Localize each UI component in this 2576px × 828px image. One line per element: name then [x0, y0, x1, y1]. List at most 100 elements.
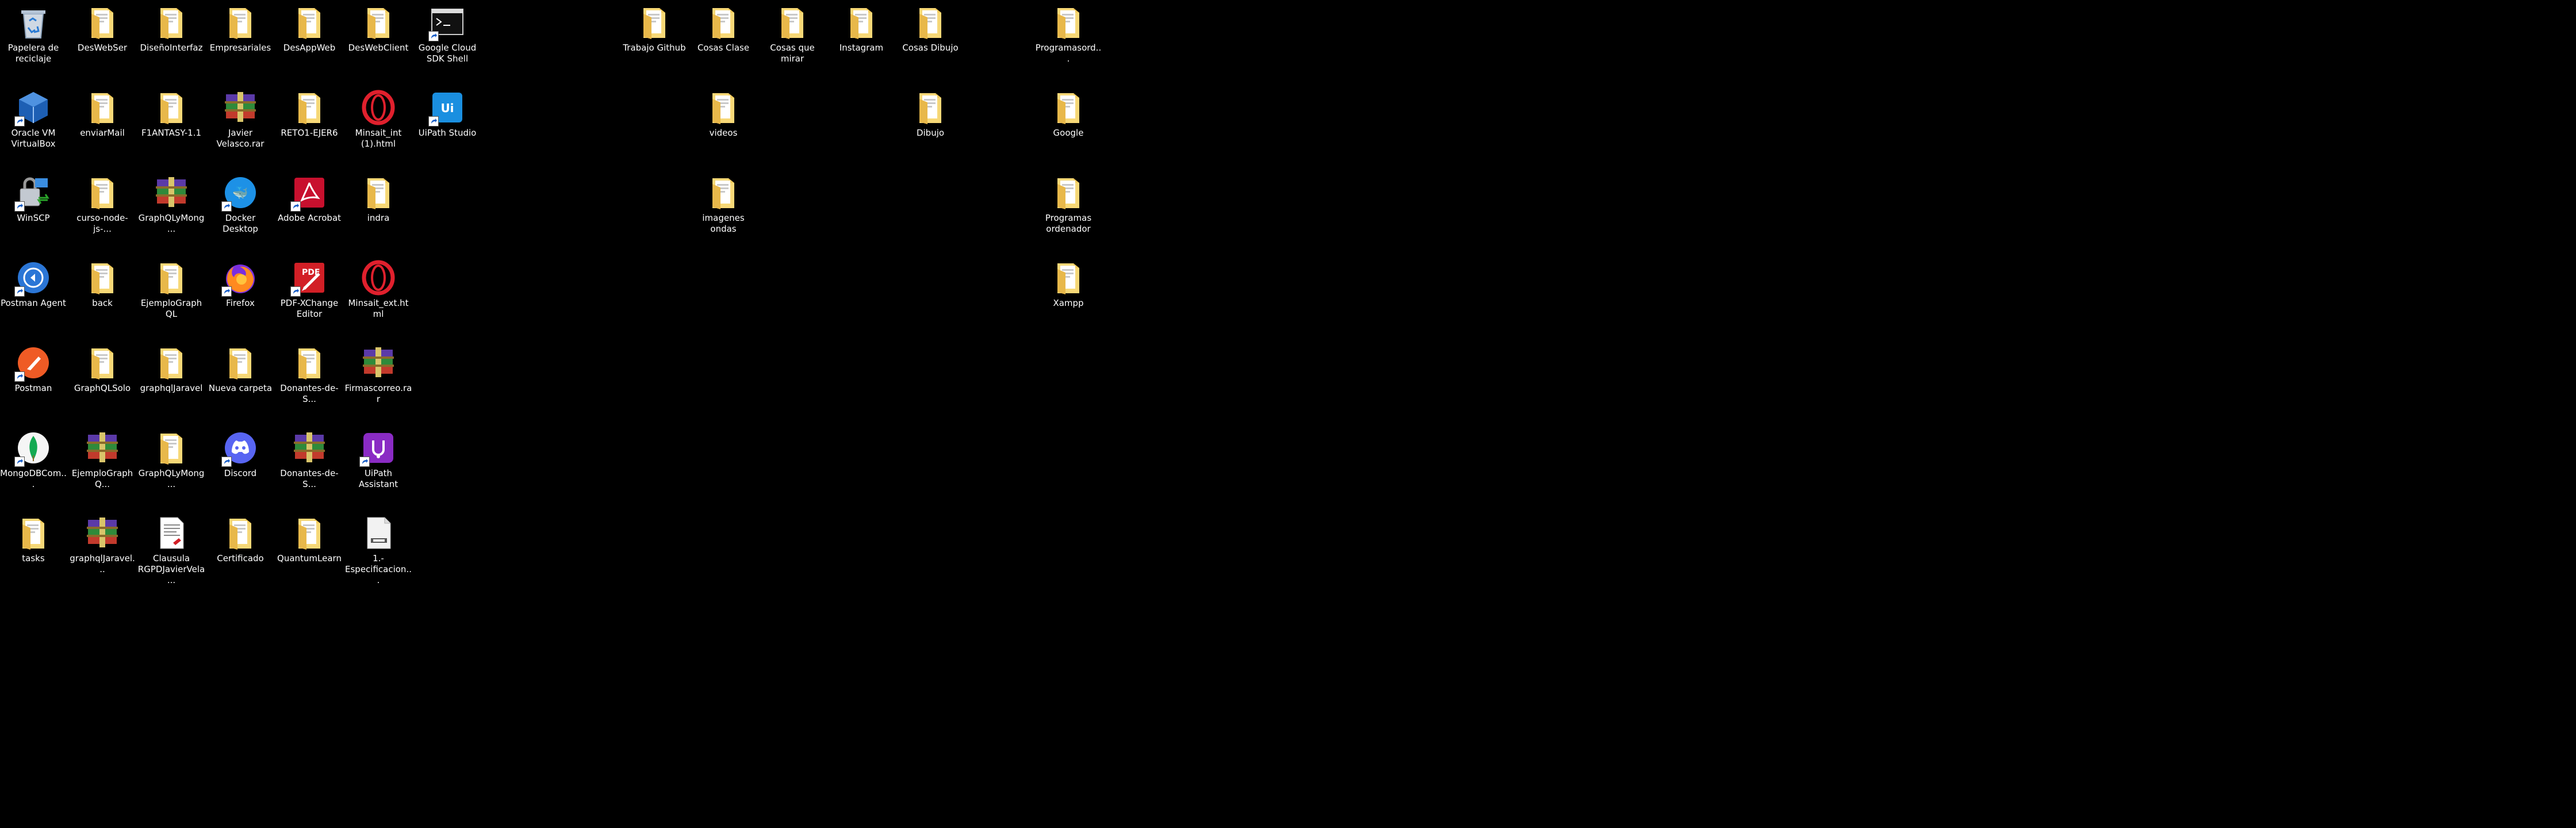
desktop-icon-label: GraphQLSolo — [74, 383, 131, 393]
desktop-icon[interactable]: Discord — [206, 425, 275, 509]
desktop-icon[interactable]: Empresariales — [206, 0, 275, 84]
desktop-icon[interactable]: Dibujo — [896, 85, 965, 169]
desktop-icon-label: Google — [1053, 128, 1084, 138]
desktop-icon-label: Firefox — [226, 298, 255, 308]
desktop-icon[interactable]: Donantes-de-S... — [275, 340, 344, 424]
desktop-icon[interactable]: Papelera de reciclaje — [0, 0, 68, 84]
desktop-icon[interactable]: F1ANTASY-1.1 — [137, 85, 206, 169]
desktop-icon[interactable]: 🐳 Docker Desktop — [206, 170, 275, 254]
desktop-icon[interactable]: QuantumLearn — [275, 511, 344, 595]
desktop-icon-label: Trabajo Github — [623, 43, 686, 53]
desktop-icon[interactable]: videos — [689, 85, 758, 169]
desktop-icon-label: Xampp — [1053, 298, 1084, 308]
desktop-icon[interactable]: enviarMail — [68, 85, 137, 169]
desktop-icon[interactable]: GraphQLSolo — [68, 340, 137, 424]
desktop-icon[interactable]: WinSCP — [0, 170, 68, 254]
desktop-icon[interactable]: Instagram — [827, 0, 896, 84]
desktop-icon[interactable]: Cosas Clase — [689, 0, 758, 84]
desktop-icon-label: WinSCP — [17, 213, 50, 223]
desktop-icon[interactable]: GraphQLyMong... — [137, 425, 206, 509]
desktop-icon[interactable]: DesWebSer — [68, 0, 137, 84]
desktop-icon[interactable]: Xampp — [1034, 255, 1103, 339]
desktop-icon[interactable]: Cosas que mirar — [758, 0, 827, 84]
desktop-icon[interactable]: UiPath Assistant — [344, 425, 413, 509]
desktop-icon[interactable]: Clausula RGPDJavierVela... — [137, 511, 206, 595]
desktop-icon[interactable]: Trabajo Github — [620, 0, 689, 84]
desktop-icon[interactable]: 1.- Especificacion... — [344, 511, 413, 595]
desktop-icon-label: GraphQLyMong... — [138, 213, 205, 234]
desktop-icon-label: UiPath Studio — [418, 128, 477, 138]
desktop-icon[interactable]: Firmascorreo.rar — [344, 340, 413, 424]
winrar-icon — [154, 175, 189, 210]
desktop-icon[interactable]: Firefox — [206, 255, 275, 339]
desktop-icon[interactable]: Cosas Dibujo — [896, 0, 965, 84]
desktop-icon[interactable]: Javier Velasco.rar — [206, 85, 275, 169]
desktop-icon[interactable]: Nueva carpeta — [206, 340, 275, 424]
folder-icon — [292, 345, 327, 381]
desktop-icon[interactable]: imagenes ondas — [689, 170, 758, 254]
desktop-icon-label: Dibujo — [916, 128, 945, 138]
desktop-icon[interactable]: curso-node-js-... — [68, 170, 137, 254]
folder-icon — [154, 5, 189, 40]
desktop-icon[interactable]: MongoDBCom... — [0, 425, 68, 509]
desktop-icon[interactable]: RETO1-EJER6 — [275, 85, 344, 169]
desktop-icon[interactable]: Certificado — [206, 511, 275, 595]
firefox-icon — [221, 260, 258, 297]
desktop-icon[interactable]: Postman Agent — [0, 255, 68, 339]
desktop-icon-label: Minsait_int (1).html — [355, 128, 402, 149]
folder-icon — [85, 260, 120, 296]
desktop-icon[interactable]: Postman — [0, 340, 68, 424]
desktop-icon-label: Programas ordenador — [1045, 213, 1092, 234]
desktop-icon-label: DiseñoInterfaz — [140, 43, 203, 53]
desktop-icon[interactable]: tasks — [0, 511, 68, 595]
document-icon — [154, 515, 189, 551]
desktop-icon-label: Postman — [14, 383, 52, 393]
mongodb-compass-icon — [14, 430, 51, 467]
folder-icon — [292, 5, 327, 40]
winrar-icon — [292, 430, 327, 466]
folder-icon — [1051, 260, 1086, 296]
desktop-icon[interactable]: indra — [344, 170, 413, 254]
folder-icon — [85, 175, 120, 210]
desktop-icon[interactable]: Programas ordenador — [1034, 170, 1103, 254]
desktop-icon[interactable]: Minsait_int (1).html — [344, 85, 413, 169]
folder-icon — [913, 90, 948, 125]
acrobat-icon — [290, 175, 327, 212]
shortcut-arrow-icon — [428, 31, 439, 41]
desktop-icon[interactable]: Google Cloud SDK Shell — [413, 0, 482, 84]
postman-icon — [14, 345, 51, 382]
folder-icon — [361, 5, 396, 40]
desktop-icon[interactable]: DesWebClient — [344, 0, 413, 84]
desktop-icon[interactable]: Adobe Acrobat — [275, 170, 344, 254]
desktop-icon[interactable]: Google — [1034, 85, 1103, 169]
folder-icon — [154, 430, 189, 466]
desktop-icon-label: curso-node-js-... — [76, 213, 128, 234]
desktop-icon[interactable]: Donantes-de-S... — [275, 425, 344, 509]
desktop-icon[interactable]: PDF PDF-XChange Editor — [275, 255, 344, 339]
desktop-icon[interactable]: back — [68, 255, 137, 339]
desktop[interactable]: Papelera de reciclaje DesWebSer DiseñoInte… — [0, 0, 2576, 828]
desktop-icon[interactable]: DiseñoInterfaz — [137, 0, 206, 84]
desktop-icon-label: Papelera de reciclaje — [7, 43, 59, 64]
desktop-icon[interactable]: EjemploGraphQ... — [68, 425, 137, 509]
desktop-icon-label: EjemploGraphQ... — [71, 468, 133, 489]
shortcut-arrow-icon — [290, 201, 301, 212]
desktop-icon[interactable]: Oracle VM VirtualBox — [0, 85, 68, 169]
folder-icon — [85, 345, 120, 381]
desktop-icon[interactable]: Programasord... — [1034, 0, 1103, 84]
desktop-icon[interactable]: GraphQLyMong... — [137, 170, 206, 254]
pdf-xchange-icon: PDF — [290, 260, 327, 297]
desktop-icon[interactable]: graphqlJaravel... — [68, 511, 137, 595]
folder-icon — [1051, 90, 1086, 125]
desktop-icon[interactable]: Minsait_ext.html — [344, 255, 413, 339]
desktop-icon[interactable]: DesAppWeb — [275, 0, 344, 84]
folder-icon — [706, 175, 741, 210]
desktop-icon-label: MongoDBCom... — [0, 468, 67, 489]
desktop-icon-label: Donantes-de-S... — [280, 468, 339, 489]
desktop-icon[interactable]: graphqlJaravel — [137, 340, 206, 424]
desktop-icon-label: Instagram — [839, 43, 884, 53]
desktop-icon-label: F1ANTASY-1.1 — [141, 128, 202, 138]
desktop-icon[interactable]: Ui UiPath Studio — [413, 85, 482, 169]
desktop-icon-label: PDF-XChange Editor — [280, 298, 339, 319]
desktop-icon[interactable]: EjemploGraphQL — [137, 255, 206, 339]
